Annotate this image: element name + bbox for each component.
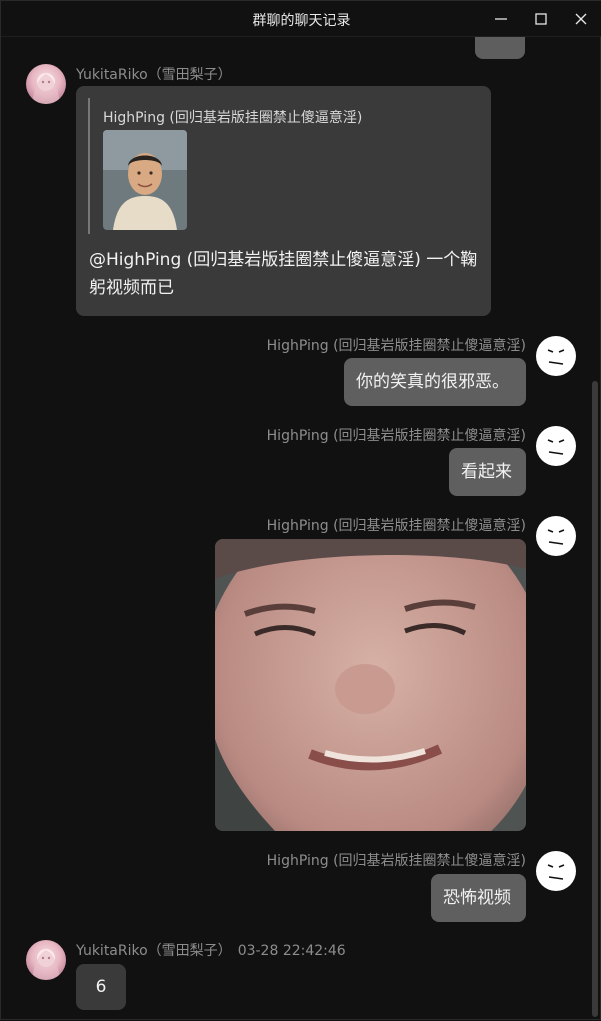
message-bubble[interactable]: 恐怖视频	[431, 874, 526, 922]
message-bubble[interactable]: 6	[76, 964, 126, 1010]
quote-bar	[88, 98, 90, 234]
avatar-highping[interactable]	[536, 336, 576, 376]
minimize-icon	[495, 18, 507, 20]
message-bubble[interactable]: 你的笑真的很邪恶。	[344, 358, 526, 406]
sender-name: HighPing (回归基岩版挂圈禁止傻逼意淫)	[266, 518, 526, 534]
avatar-highping[interactable]	[536, 516, 576, 556]
avatar-yukitariko[interactable]	[26, 940, 66, 980]
avatar-highping[interactable]	[536, 426, 576, 466]
face-avatar-icon	[536, 426, 576, 466]
image-message[interactable]	[215, 539, 526, 831]
close-icon	[575, 13, 587, 25]
minimize-button[interactable]	[481, 1, 521, 37]
previous-message-bubble	[475, 37, 525, 59]
anime-avatar-icon	[32, 949, 60, 980]
chat-history-window: 群聊的聊天记录 YukitaRiko（雪田梨子） HighPing (回归基岩版…	[0, 0, 601, 1020]
sender-name: YukitaRiko（雪田梨子）	[76, 67, 232, 83]
avatar-yukitariko[interactable]	[26, 64, 66, 104]
title-bar: 群聊的聊天记录	[1, 1, 601, 37]
sender-name: YukitaRiko（雪田梨子）	[76, 943, 232, 959]
message-bubble[interactable]: 看起来	[449, 448, 526, 496]
quoted-image-thumbnail[interactable]	[103, 130, 187, 230]
quoted-sender-name: HighPing (回归基岩版挂圈禁止傻逼意淫)	[103, 110, 363, 126]
reply-message-bubble[interactable]: HighPing (回归基岩版挂圈禁止傻逼意淫) @HighPing (回归基岩…	[76, 86, 491, 316]
sender-name: HighPing (回归基岩版挂圈禁止傻逼意淫)	[266, 853, 526, 869]
avatar-highping[interactable]	[536, 851, 576, 891]
message-list[interactable]: YukitaRiko（雪田梨子） HighPing (回归基岩版挂圈禁止傻逼意淫…	[1, 37, 601, 1021]
maximize-button[interactable]	[521, 1, 561, 37]
sender-name: HighPing (回归基岩版挂圈禁止傻逼意淫)	[266, 428, 526, 444]
scrollbar-thumb[interactable]	[592, 381, 598, 1017]
sender-line: YukitaRiko（雪田梨子） 03-28 22:42:46	[76, 940, 346, 960]
anime-avatar-icon	[32, 73, 60, 104]
sender-name: HighPing (回归基岩版挂圈禁止傻逼意淫)	[266, 338, 526, 354]
message-text: @HighPing (回归基岩版挂圈禁止傻逼意淫) 一个鞠躬视频而已	[89, 250, 478, 298]
maximize-icon	[535, 13, 547, 25]
face-avatar-icon	[536, 851, 576, 891]
message-timestamp: 03-28 22:42:46	[237, 943, 346, 959]
face-avatar-icon	[536, 516, 576, 556]
close-button[interactable]	[561, 1, 601, 37]
face-avatar-icon	[536, 336, 576, 376]
